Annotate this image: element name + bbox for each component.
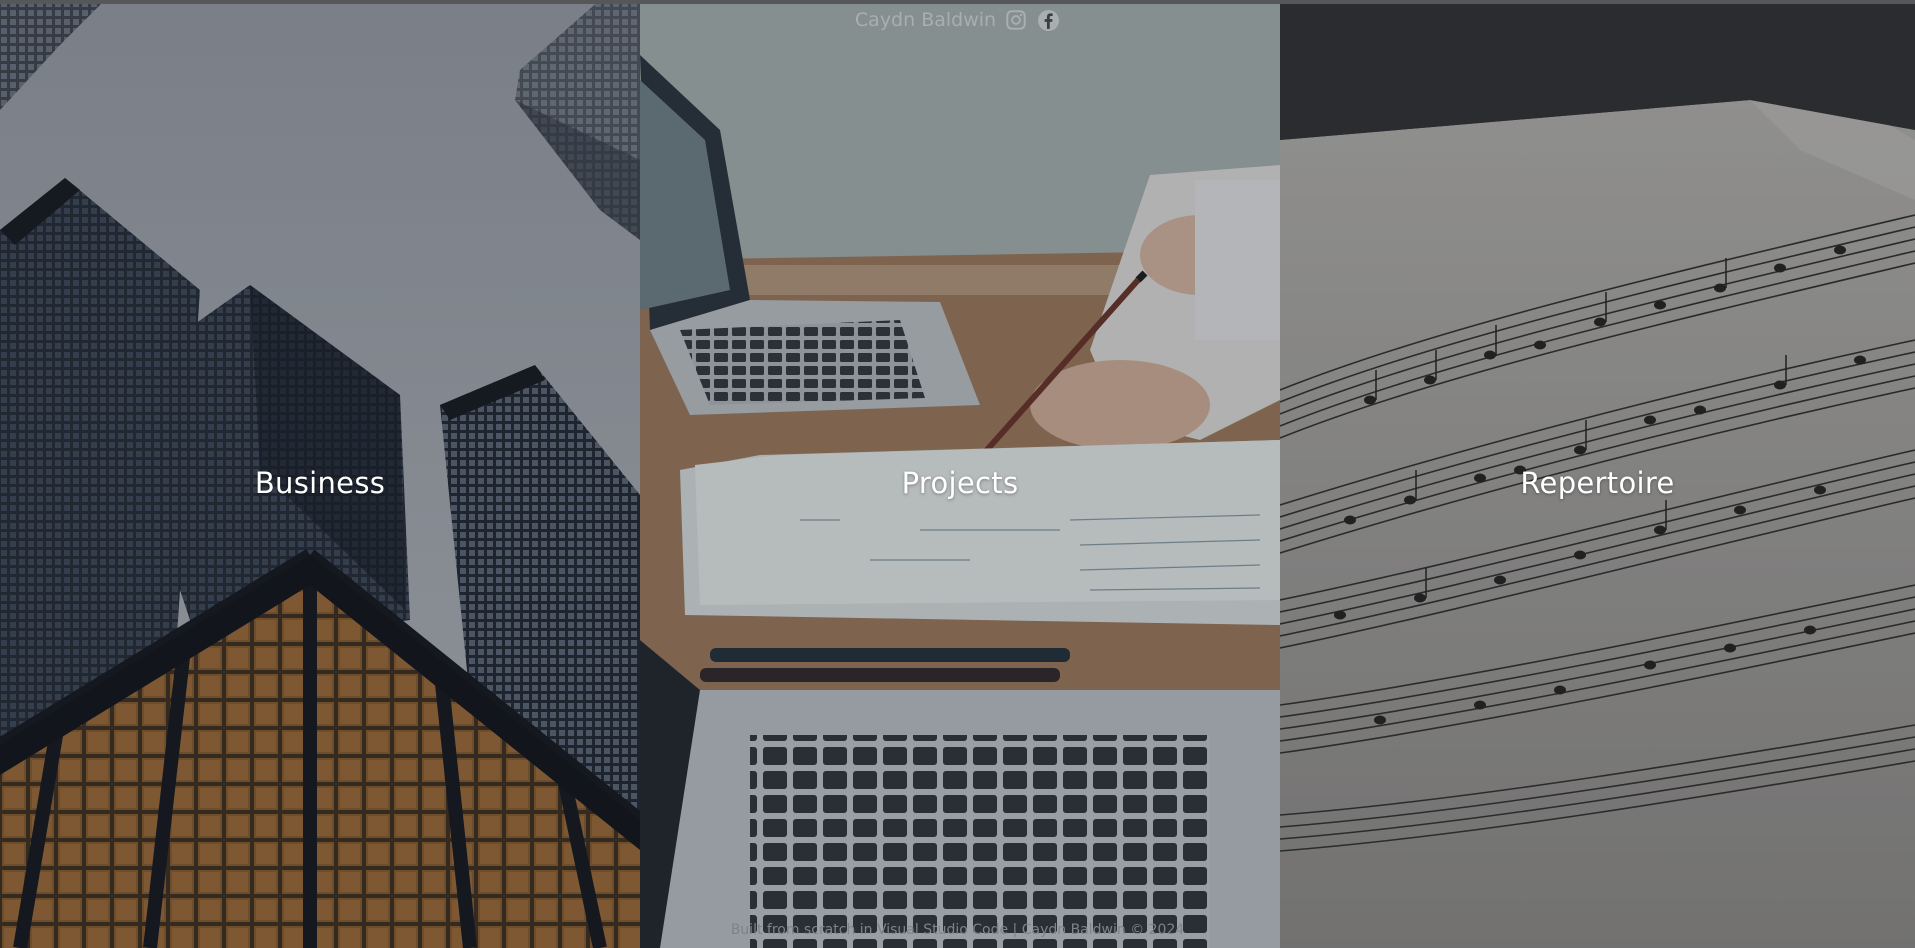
projects-label[interactable]: Projects [640,466,1280,500]
repertoire-panel[interactable]: Repertoire [1280,0,1915,948]
top-border [0,0,1915,4]
site-header: Caydn Baldwin [0,8,1915,32]
projects-panel[interactable]: Projects [640,0,1280,948]
instagram-icon[interactable] [1004,8,1028,32]
repertoire-label[interactable]: Repertoire [1280,466,1915,500]
business-label[interactable]: Business [0,466,640,500]
section-panels: Business Projects Repertoire [0,0,1915,948]
site-footer: Built from scratch in Visual Studio Code… [730,922,1185,938]
facebook-icon[interactable] [1036,8,1060,32]
site-brand[interactable]: Caydn Baldwin [855,9,996,31]
business-panel[interactable]: Business [0,0,640,948]
